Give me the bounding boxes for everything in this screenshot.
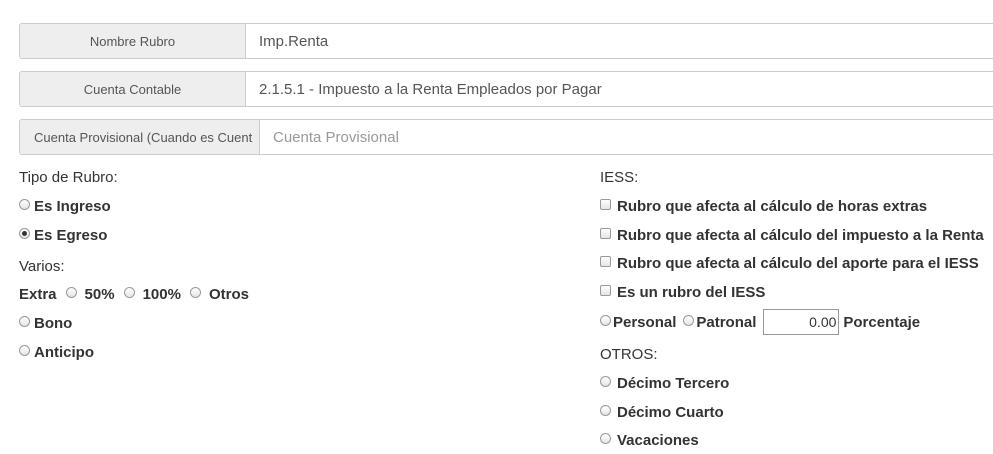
patronal-radio[interactable] (683, 314, 695, 326)
rubro-iess-checkbox[interactable] (600, 285, 611, 296)
extra-50-radio[interactable] (65, 287, 77, 298)
vacaciones-radio[interactable] (600, 433, 611, 444)
bono-label: Bono (34, 315, 73, 332)
iess-title: IESS: (600, 169, 639, 186)
es-ingreso-label: Es Ingreso (34, 198, 111, 215)
rubro-iess-label: Es un rubro del IESS (617, 284, 766, 301)
cuenta-contable-group: Cuenta Contable (19, 71, 993, 107)
patronal-label: Patronal (696, 313, 757, 331)
bono-radio[interactable] (19, 316, 30, 327)
es-egreso-radio[interactable] (19, 228, 30, 239)
decimo-cuarto-label: Décimo Cuarto (617, 404, 724, 421)
impuesto-renta-option[interactable]: Rubro que afecta al cálculo del impuesto… (600, 227, 984, 244)
decimo-cuarto-option[interactable]: Décimo Cuarto (600, 404, 724, 421)
decimo-cuarto-radio[interactable] (600, 405, 611, 416)
anticipo-radio[interactable] (19, 345, 30, 356)
horas-extras-label: Rubro que afecta al cálculo de horas ext… (617, 198, 928, 215)
nombre-rubro-label: Nombre Rubro (20, 24, 246, 58)
decimo-tercero-option[interactable]: Décimo Tercero (600, 375, 729, 392)
decimo-tercero-label: Décimo Tercero (617, 375, 730, 392)
personal-label: Personal (613, 313, 677, 331)
otros-title: OTROS: (600, 346, 658, 363)
rubro-iess-option[interactable]: Es un rubro del IESS (600, 284, 765, 301)
extra-100-radio[interactable] (123, 287, 135, 298)
horas-extras-checkbox[interactable] (600, 199, 611, 210)
anticipo-label: Anticipo (34, 344, 94, 361)
horas-extras-option[interactable]: Rubro que afecta al cálculo de horas ext… (600, 198, 927, 215)
extra-100-label: 100% (142, 286, 181, 303)
es-ingreso-radio[interactable] (19, 199, 30, 210)
porcentaje-label: Porcentaje (843, 313, 921, 331)
cuenta-provisional-label: Cuenta Provisional (Cuando es Cuent (20, 120, 260, 154)
impuesto-renta-checkbox[interactable] (600, 228, 611, 239)
aporte-iess-checkbox[interactable] (600, 256, 611, 267)
personal-patronal-row: Personal Patronal Porcentaje (600, 309, 920, 335)
extra-otros-label: Otros (208, 286, 249, 303)
impuesto-renta-label: Rubro que afecta al cálculo del impuesto… (617, 227, 984, 244)
tipo-rubro-title: Tipo de Rubro: (19, 169, 118, 186)
nombre-rubro-group: Nombre Rubro (19, 23, 993, 59)
extra-label: Extra (19, 286, 57, 303)
es-ingreso-option[interactable]: Es Ingreso (19, 198, 111, 215)
personal-radio[interactable] (600, 314, 611, 326)
es-egreso-label: Es Egreso (34, 227, 108, 244)
extra-50-label: 50% (84, 286, 115, 303)
porcentaje-input[interactable] (763, 309, 840, 335)
extra-row: Extra 50% 100% Otros (19, 286, 249, 303)
cuenta-contable-label: Cuenta Contable (20, 72, 246, 106)
extra-otros-radio[interactable] (189, 287, 201, 298)
varios-title: Varios: (19, 258, 65, 275)
cuenta-provisional-input[interactable] (260, 120, 993, 154)
aporte-iess-option[interactable]: Rubro que afecta al cálculo del aporte p… (600, 255, 979, 272)
nombre-rubro-input[interactable] (246, 24, 993, 58)
aporte-iess-label: Rubro que afecta al cálculo del aporte p… (617, 255, 979, 272)
vacaciones-option[interactable]: Vacaciones (600, 432, 699, 449)
cuenta-contable-input[interactable] (246, 72, 993, 106)
cuenta-provisional-group: Cuenta Provisional (Cuando es Cuent (19, 119, 993, 155)
bono-option[interactable]: Bono (19, 315, 72, 332)
anticipo-option[interactable]: Anticipo (19, 344, 94, 361)
vacaciones-label: Vacaciones (617, 432, 699, 449)
decimo-tercero-radio[interactable] (600, 376, 611, 387)
es-egreso-option[interactable]: Es Egreso (19, 227, 107, 244)
